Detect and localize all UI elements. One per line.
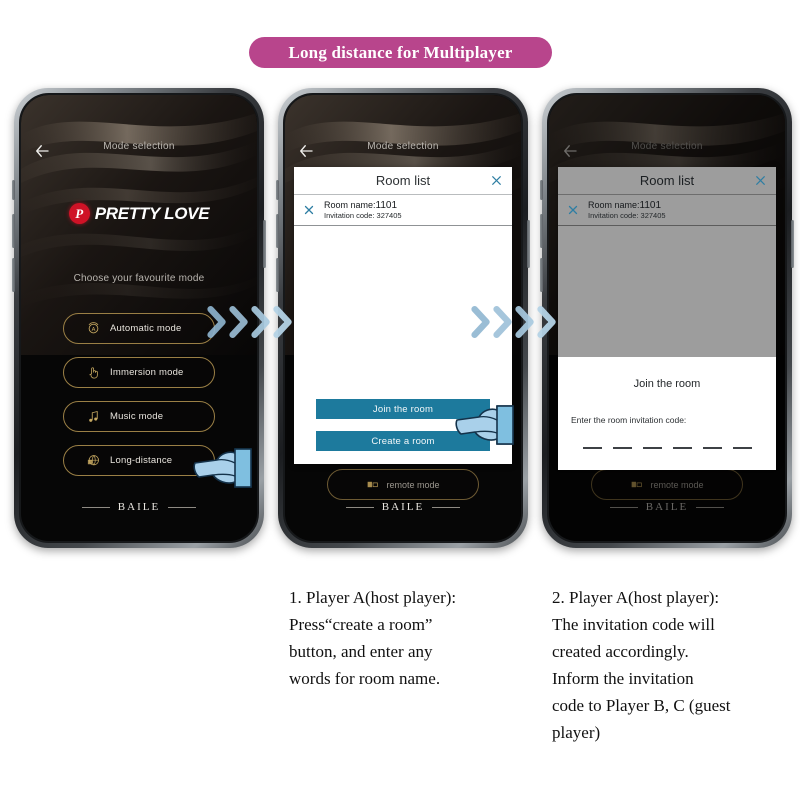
banner-title: Long distance for Multiplayer bbox=[288, 42, 513, 62]
dialog-header: Room list bbox=[558, 167, 776, 195]
mode-button-automatic[interactable]: A Automatic mode bbox=[63, 313, 215, 344]
chevron-right-icon bbox=[493, 305, 512, 339]
chevron-right-icon bbox=[273, 305, 292, 339]
code-slot[interactable] bbox=[642, 447, 662, 449]
page-root: Long distance for Multiplayer Mode selec… bbox=[0, 0, 800, 800]
chevron-right-icon bbox=[471, 305, 490, 339]
footer-rule-right bbox=[168, 506, 197, 508]
room-name: Room name:1101 bbox=[324, 200, 402, 211]
chevron-right-icon bbox=[229, 305, 248, 339]
join-modal-title: Join the room bbox=[633, 378, 701, 390]
footer-rule-left bbox=[345, 506, 374, 508]
phone-side-button bbox=[276, 180, 279, 200]
footer-rule-right bbox=[432, 506, 461, 508]
code-slot[interactable] bbox=[582, 447, 602, 449]
remote-control-icon bbox=[368, 481, 379, 488]
phone-volume-up-button bbox=[540, 214, 543, 248]
close-icon[interactable] bbox=[303, 204, 315, 216]
remote-mode-button[interactable]: remote mode bbox=[327, 469, 479, 500]
chevron-right-icon bbox=[207, 305, 226, 339]
dialog-header: Room list bbox=[294, 167, 512, 195]
flow-arrows-1 bbox=[206, 305, 294, 339]
phone-footer-brand: BAILE bbox=[21, 501, 257, 513]
room-code-value: 327405 bbox=[376, 210, 402, 220]
mode-label: Automatic mode bbox=[110, 323, 182, 334]
mode-button-immersion[interactable]: Immersion mode bbox=[63, 357, 215, 388]
code-slot[interactable] bbox=[702, 447, 722, 449]
automatic-mode-icon: A bbox=[88, 322, 99, 334]
room-list-item[interactable]: Room name:1101 Invitation code: 327405 bbox=[558, 195, 776, 226]
nav-title: Mode selection bbox=[103, 141, 175, 152]
phone-side-button bbox=[12, 180, 15, 200]
pointing-hand-icon bbox=[455, 405, 514, 445]
phone-volume-up-button bbox=[276, 214, 279, 248]
globe-icon bbox=[87, 455, 99, 466]
mode-label: Music mode bbox=[110, 411, 164, 422]
room-code-label: Invitation code: bbox=[588, 210, 639, 220]
room-name-value: 1101 bbox=[375, 199, 398, 211]
join-modal-prompt: Enter the room invitation code: bbox=[571, 415, 687, 425]
close-icon[interactable] bbox=[490, 174, 503, 187]
code-slot[interactable] bbox=[612, 447, 632, 449]
phone-volume-down-button bbox=[276, 258, 279, 292]
mode-label: Long-distance bbox=[110, 455, 173, 466]
chevron-right-icon bbox=[251, 305, 270, 339]
footer-brand-text: BAILE bbox=[117, 501, 161, 513]
phone-power-button bbox=[263, 220, 266, 268]
phone-footer-brand: BAILE bbox=[285, 501, 521, 513]
close-icon[interactable] bbox=[567, 204, 579, 216]
phone-power-button bbox=[527, 220, 530, 268]
pointing-hand-icon bbox=[193, 448, 252, 488]
dialog-title: Room list bbox=[639, 173, 695, 188]
dialog-title: Room list bbox=[375, 173, 431, 188]
remote-mode-label: remote mode bbox=[386, 479, 440, 490]
phone-screen-3: Mode selection remote mode BAILE Room li… bbox=[549, 95, 785, 541]
join-room-modal: Join the room Enter the room invitation … bbox=[558, 357, 776, 470]
caption-step-2: 2. Player A(host player): The invitation… bbox=[552, 588, 731, 742]
brand-name: PRETTY LOVE bbox=[94, 203, 210, 223]
room-name-label: Room name: bbox=[588, 199, 640, 210]
mode-label: Immersion mode bbox=[110, 367, 184, 378]
caption-step-1: 1. Player A(host player): Press“create a… bbox=[289, 588, 457, 688]
footer-rule-left bbox=[81, 506, 110, 508]
svg-text:A: A bbox=[92, 327, 96, 333]
chevron-right-icon bbox=[537, 305, 556, 339]
invitation-code-input[interactable] bbox=[558, 447, 776, 449]
mode-button-music[interactable]: Music mode bbox=[63, 401, 215, 432]
code-slot[interactable] bbox=[732, 447, 752, 449]
mode-prompt: Choose your favourite mode bbox=[73, 273, 205, 284]
flow-arrows-2 bbox=[470, 305, 558, 339]
phone-side-button bbox=[540, 180, 543, 200]
room-code-value: 327405 bbox=[640, 210, 666, 220]
room-name-value: 1101 bbox=[639, 199, 662, 211]
nav-title: Mode selection bbox=[367, 141, 439, 152]
phone-volume-up-button bbox=[12, 214, 15, 248]
room-name-label: Room name: bbox=[324, 199, 376, 210]
phone-volume-down-button bbox=[540, 258, 543, 292]
phone-mockup-3: Mode selection remote mode BAILE Room li… bbox=[540, 88, 794, 548]
room-invitation-code: Invitation code: 327405 bbox=[324, 211, 402, 221]
code-slot[interactable] bbox=[672, 447, 692, 449]
phone-volume-down-button bbox=[12, 258, 15, 292]
phone-power-button bbox=[791, 220, 794, 268]
close-icon[interactable] bbox=[754, 174, 767, 187]
hand-touch-icon bbox=[89, 367, 98, 379]
room-invitation-code: Invitation code: 327405 bbox=[588, 211, 666, 221]
room-code-label: Invitation code: bbox=[324, 210, 375, 220]
page-banner: Long distance for Multiplayer bbox=[249, 37, 552, 68]
footer-brand-text: BAILE bbox=[381, 501, 425, 513]
room-name: Room name:1101 bbox=[588, 200, 666, 211]
chevron-right-icon bbox=[515, 305, 534, 339]
music-note-icon bbox=[89, 411, 98, 422]
room-list-item[interactable]: Room name:1101 Invitation code: 327405 bbox=[294, 195, 512, 226]
brand-logo: P PRETTY LOVE bbox=[21, 203, 257, 224]
brand-badge: P bbox=[68, 203, 90, 224]
